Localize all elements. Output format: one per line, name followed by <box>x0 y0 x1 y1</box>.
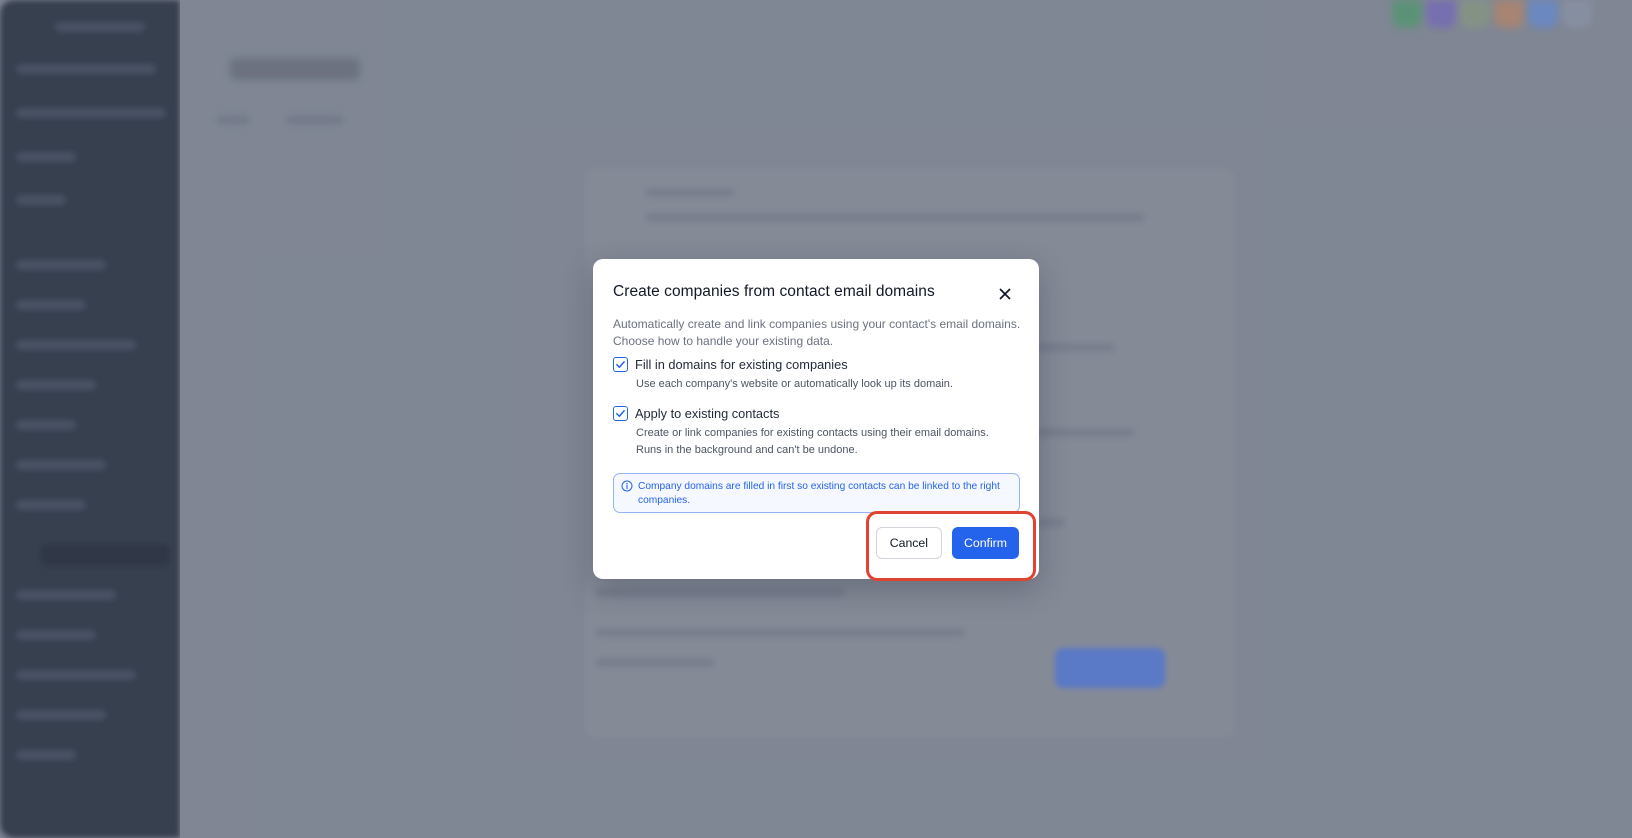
fill-domains-help: Use each company's website or automatica… <box>636 378 953 390</box>
fill-domains-label[interactable]: Fill in domains for existing companies <box>635 357 848 372</box>
close-button[interactable] <box>997 286 1013 302</box>
close-icon <box>997 286 1013 302</box>
checkmark-icon <box>616 410 625 417</box>
info-callout: Company domains are filled in first so e… <box>613 473 1020 513</box>
dialog-actions: Cancel Confirm <box>875 527 1019 559</box>
apply-contacts-help: Create or link companies for existing co… <box>636 425 989 458</box>
dialog-title: Create companies from contact email doma… <box>613 283 935 300</box>
option-apply-contacts: Apply to existing contacts Create or lin… <box>613 406 989 458</box>
confirm-button[interactable]: Confirm <box>952 527 1019 559</box>
option-fill-domains: Fill in domains for existing companies U… <box>613 357 953 393</box>
apply-contacts-checkbox[interactable] <box>613 406 628 421</box>
info-circle-icon <box>621 480 633 492</box>
fill-domains-checkbox[interactable] <box>613 357 628 372</box>
apply-contacts-help-line1: Create or link companies for existing co… <box>636 427 989 439</box>
apply-contacts-label[interactable]: Apply to existing contacts <box>635 406 779 421</box>
info-text: Company domains are filled in first so e… <box>638 481 1000 506</box>
checkmark-icon <box>616 361 625 368</box>
apply-contacts-help-line2: Runs in the background and can't be undo… <box>636 443 858 456</box>
dialog-description: Automatically create and link companies … <box>613 317 1021 348</box>
cancel-button[interactable]: Cancel <box>875 527 942 559</box>
create-companies-dialog: Create companies from contact email doma… <box>593 259 1039 579</box>
